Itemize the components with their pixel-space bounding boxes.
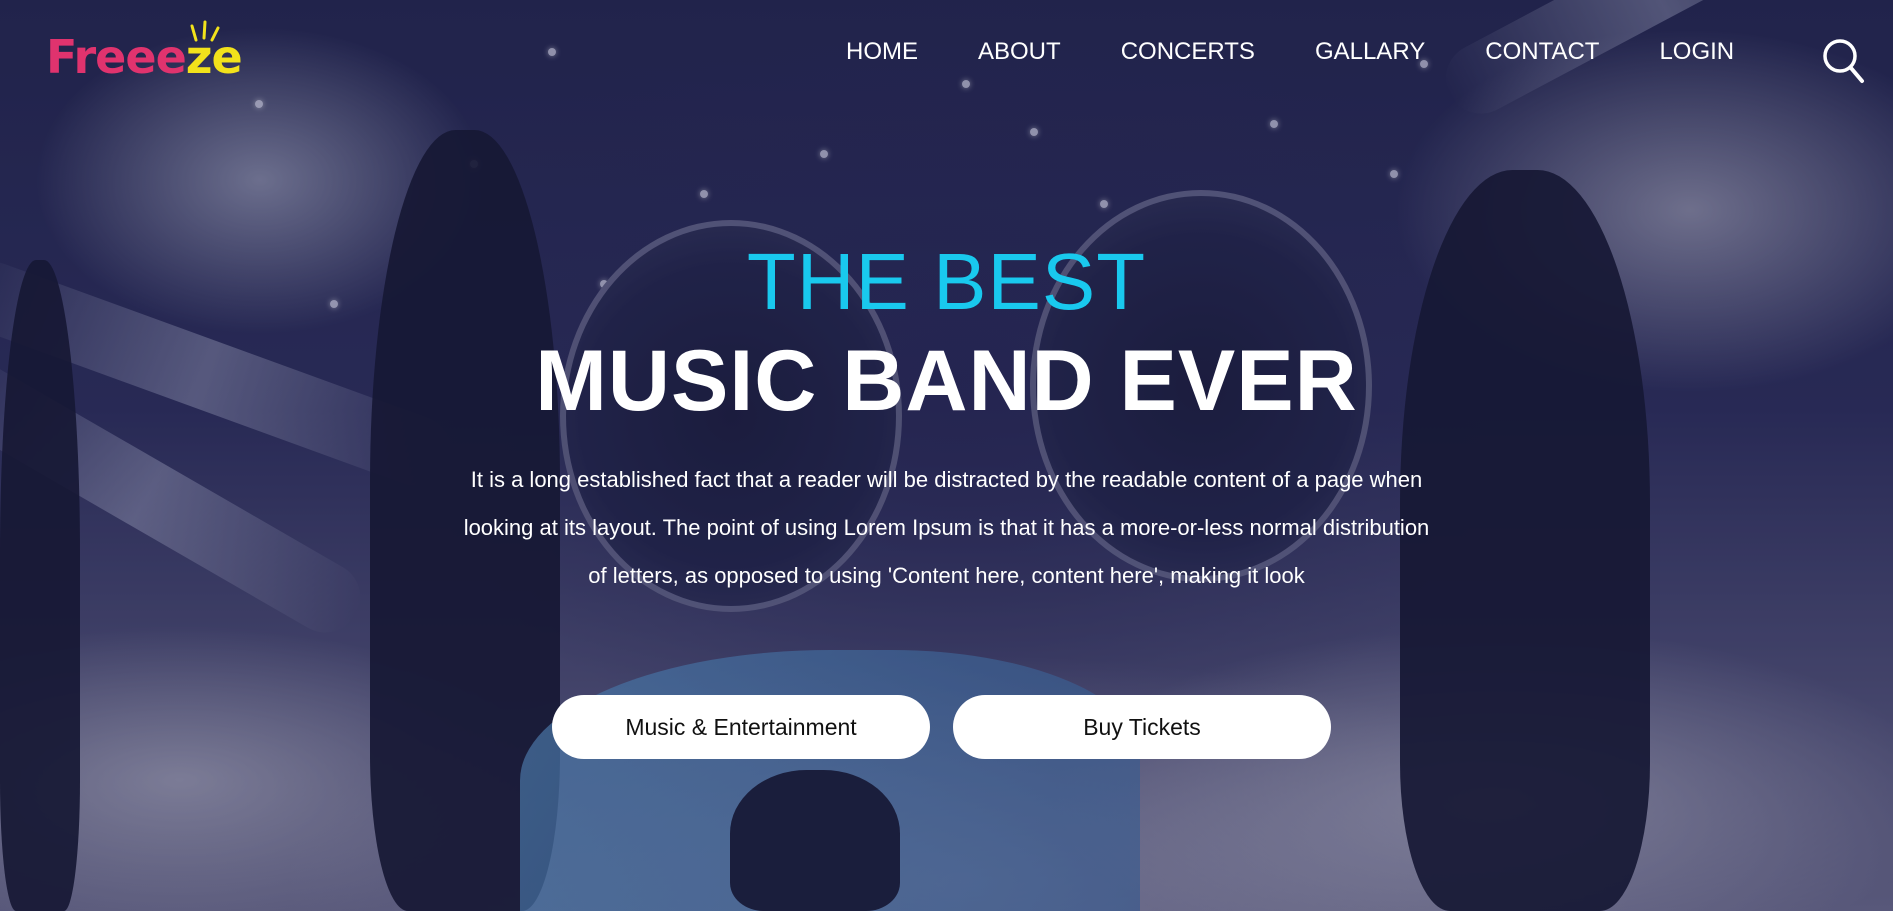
nav-item-contact[interactable]: CONTACT (1485, 38, 1599, 66)
logo-text-main: Freee (46, 30, 187, 84)
nav-item-home[interactable]: HOME (846, 38, 918, 66)
hero-description: It is a long established fact that a rea… (463, 467, 1430, 588)
nav-item-concerts[interactable]: CONCERTS (1121, 38, 1255, 66)
hero-headline-top: THE BEST (746, 237, 1147, 326)
search-button[interactable] (1820, 36, 1866, 86)
nav-item-about[interactable]: ABOUT (978, 38, 1061, 66)
hero-headline-main: MUSIC BAND EVER (535, 333, 1358, 429)
nav-item-login[interactable]: LOGIN (1659, 38, 1734, 66)
main-nav: HOME ABOUT CONCERTS GALLARY CONTACT LOGI… (846, 38, 1734, 66)
logo-spark-icon (190, 20, 220, 42)
search-icon (1823, 39, 1864, 83)
music-entertainment-button[interactable]: Music & Entertainment (552, 695, 930, 759)
nav-item-gallary[interactable]: GALLARY (1315, 38, 1425, 66)
buy-tickets-button[interactable]: Buy Tickets (953, 695, 1331, 759)
hero-section: Freeeze HOME ABOUT CONCERTS GALLARY CONT… (0, 0, 1893, 911)
